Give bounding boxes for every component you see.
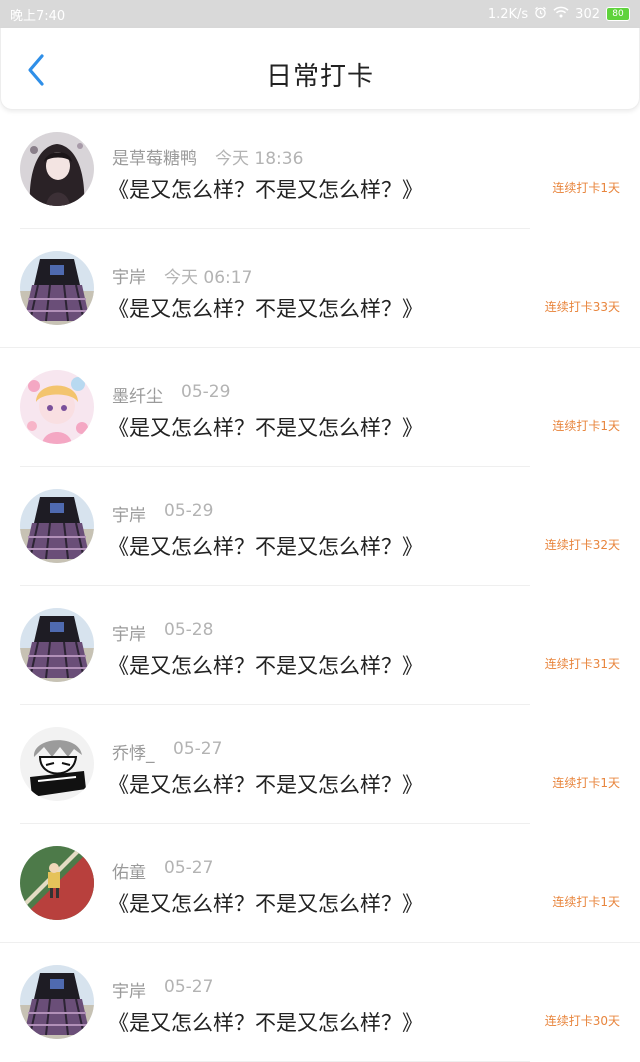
streak-badge: 连续打卡1天 [552,419,620,433]
post-content[interactable]: 《是又怎么样？不是又怎么样？》 [108,769,423,799]
page-title: 日常打卡 [265,62,374,92]
avatar[interactable] [20,251,94,325]
user-name[interactable]: 乔悸_ [112,739,155,764]
checkin-item[interactable]: 宇岸 05-27 《是又怎么样？不是又怎么样？》 连续打卡30天 [0,943,640,1062]
checkin-item[interactable]: 墨纤尘 05-29 《是又怎么样？不是又怎么样？》 连续打卡1天 [0,348,640,467]
checkin-item[interactable]: 佑童 05-27 《是又怎么样？不是又怎么样？》 连续打卡1天 [0,824,640,943]
checkin-item[interactable]: 宇岸 05-28 《是又怎么样？不是又怎么样？》 连续打卡31天 [0,586,640,705]
avatar[interactable] [20,965,94,1039]
streak-badge: 连续打卡1天 [552,895,620,909]
avatar[interactable] [20,727,94,801]
post-content[interactable]: 《是又怎么样？不是又怎么样？》 [108,531,423,561]
post-date: 05-27 [173,739,223,759]
checkin-item[interactable]: 宇岸 今天 06:17 《是又怎么样？不是又怎么样？》 连续打卡33天 [0,229,640,348]
post-content[interactable]: 《是又怎么样？不是又怎么样？》 [108,412,423,442]
post-content[interactable]: 《是又怎么样？不是又怎么样？》 [108,888,423,918]
checkin-item[interactable]: 乔悸_ 05-27 《是又怎么样？不是又怎么样？》 连续打卡1天 [0,705,640,824]
post-content[interactable]: 《是又怎么样？不是又怎么样？》 [108,650,423,680]
post-date: 05-27 [164,977,214,997]
user-name[interactable]: 宇岸 [112,501,146,526]
user-name[interactable]: 墨纤尘 [112,382,163,407]
streak-badge: 连续打卡33天 [544,300,620,314]
user-name[interactable]: 宇岸 [112,263,146,288]
status-time: 晚上7:40 [10,8,66,24]
avatar[interactable] [20,489,94,563]
avatar[interactable] [20,608,94,682]
wifi-icon [553,6,569,22]
checkin-item[interactable]: 宇岸 05-29 《是又怎么样？不是又怎么样？》 连续打卡32天 [0,467,640,586]
avatar[interactable] [20,846,94,920]
post-content[interactable]: 《是又怎么样？不是又怎么样？》 [108,1007,423,1037]
post-content[interactable]: 《是又怎么样？不是又怎么样？》 [108,174,423,204]
alarm-icon [534,6,547,23]
streak-badge: 连续打卡1天 [552,776,620,790]
app-header: 日常打卡 [0,28,640,110]
battery-icon: 80 [606,7,630,21]
network-speed: 1.2K/s [487,6,529,22]
avatar[interactable] [20,370,94,444]
checkin-list: 是草莓糖鸭 今天 18:36 《是又怎么样？不是又怎么样？》 连续打卡1天 宇岸 今天 … [0,110,640,1062]
streak-badge: 连续打卡1天 [552,181,620,195]
user-name[interactable]: 是草莓糖鸭 [112,144,197,169]
post-date: 今天 06:17 [164,268,253,288]
status-right: 1.2K/s 302 80 [488,6,630,23]
checkin-item[interactable]: 是草莓糖鸭 今天 18:36 《是又怎么样？不是又怎么样？》 连续打卡1天 [0,110,640,229]
post-date: 今天 18:36 [215,149,304,169]
post-date: 05-29 [164,501,214,521]
post-date: 05-28 [164,620,214,640]
streak-badge: 连续打卡30天 [544,1014,620,1028]
post-content[interactable]: 《是又怎么样？不是又怎么样？》 [108,293,423,323]
user-name[interactable]: 宇岸 [112,977,146,1002]
streak-badge: 连续打卡32天 [544,538,620,552]
post-date: 05-27 [164,858,214,878]
user-name[interactable]: 宇岸 [112,620,146,645]
streak-badge: 连续打卡31天 [544,657,620,671]
status-bar: 晚上7:40 1.2K/s 302 80 [0,0,640,28]
avatar[interactable] [20,132,94,206]
signal-value: 302 [575,6,600,22]
post-date: 05-29 [181,382,231,402]
user-name[interactable]: 佑童 [112,858,146,883]
